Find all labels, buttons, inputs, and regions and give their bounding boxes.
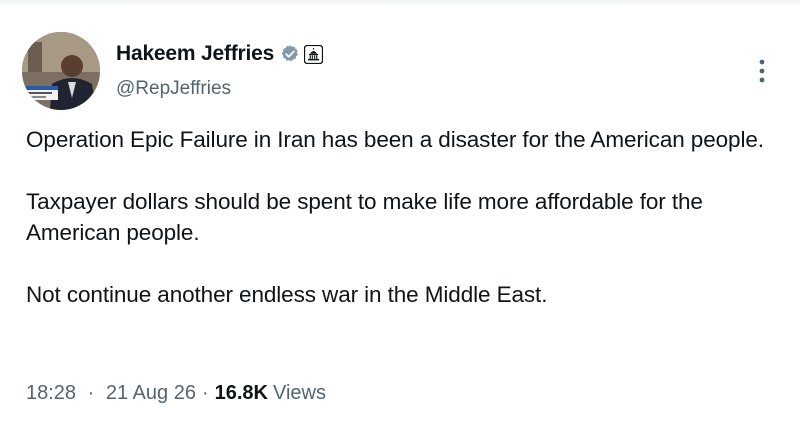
avatar[interactable] — [22, 32, 100, 110]
tweet-text: Operation Epic Failure in Iran has been … — [26, 124, 766, 310]
more-options-button[interactable] — [748, 56, 776, 86]
tweet-timestamp[interactable]: 18:28 · 21 Aug 26 — [26, 382, 196, 405]
tweet-paragraph: Not continue another endless war in the … — [26, 282, 548, 307]
author-name-row: Hakeem Jeffries — [116, 40, 324, 68]
tweet-card: Hakeem Jeffries @RepJeffries Operation E… — [0, 0, 800, 431]
author-display-name[interactable]: Hakeem Jeffries — [116, 42, 274, 66]
more-vertical-icon — [759, 59, 765, 83]
tweet-time: 18:28 — [26, 382, 77, 404]
avatar-photo — [22, 32, 100, 110]
tweet-paragraph: Taxpayer dollars should be spent to make… — [26, 189, 703, 245]
views-label: Views — [273, 382, 326, 404]
top-divider — [0, 0, 800, 6]
capitol-building-icon — [304, 44, 324, 64]
verified-badge-icon — [280, 44, 300, 64]
author-handle[interactable]: @RepJeffries — [116, 78, 231, 100]
views-link[interactable]: 16.8K Views — [215, 382, 326, 405]
tweet-paragraph: Operation Epic Failure in Iran has been … — [26, 127, 764, 152]
meta-separator: · — [201, 382, 209, 404]
tweet-metadata: 18:28 · 21 Aug 26 · 16.8K Views — [26, 382, 326, 405]
meta-separator: · — [87, 382, 95, 404]
views-count: 16.8K — [214, 382, 268, 404]
tweet-date: 21 Aug 26 — [105, 382, 196, 404]
